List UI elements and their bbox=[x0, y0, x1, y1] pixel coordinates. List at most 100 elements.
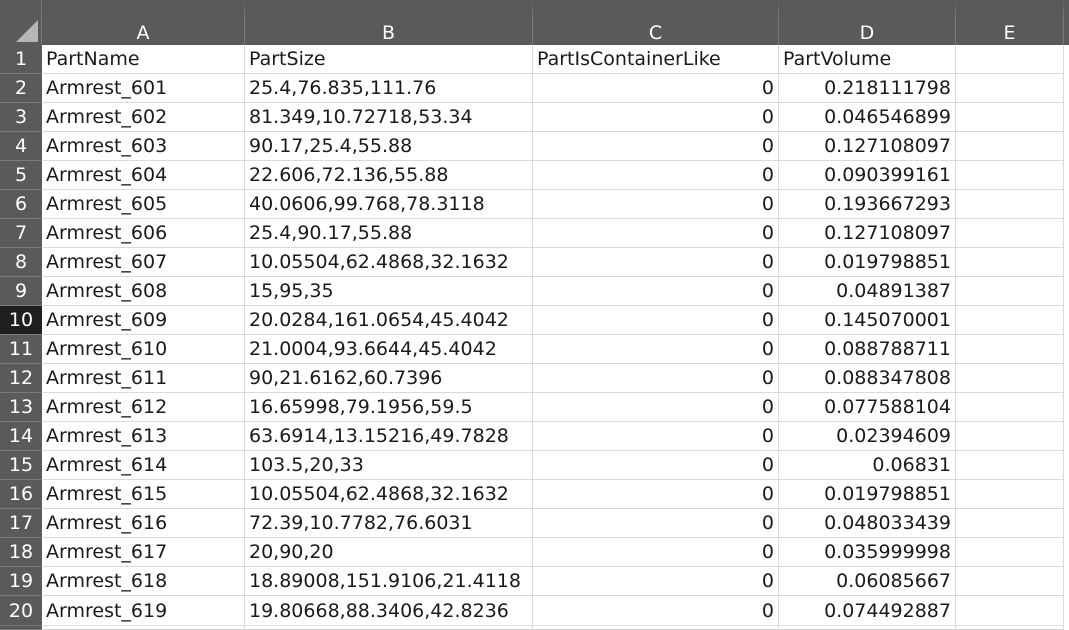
cell-partvolume[interactable]: 0.06085667 bbox=[779, 567, 956, 596]
cell-partname[interactable]: Armrest_616 bbox=[42, 509, 245, 538]
column-header-c[interactable]: C bbox=[533, 0, 779, 45]
row-header[interactable]: 13 bbox=[0, 393, 42, 422]
cell-empty-e[interactable] bbox=[956, 74, 1064, 103]
cell-partname[interactable]: Armrest_611 bbox=[42, 364, 245, 393]
cell-partiscontainerlike[interactable]: 0 bbox=[533, 277, 779, 306]
row-header[interactable]: 10 bbox=[0, 306, 42, 335]
cell-partiscontainerlike[interactable]: 0 bbox=[533, 393, 779, 422]
cell-partiscontainerlike[interactable]: 0 bbox=[533, 103, 779, 132]
cell-partname[interactable]: Armrest_613 bbox=[42, 422, 245, 451]
cell-header-partsize[interactable]: PartSize bbox=[245, 45, 533, 74]
row-header[interactable]: 6 bbox=[0, 190, 42, 219]
cell-partiscontainerlike[interactable]: 0 bbox=[533, 74, 779, 103]
cell-header-e[interactable] bbox=[956, 45, 1064, 74]
cell-partvolume[interactable]: 0.218111798 bbox=[779, 74, 956, 103]
cell-partiscontainerlike[interactable]: 0 bbox=[533, 219, 779, 248]
cell-header-partiscontainerlike[interactable]: PartIsContainerLike bbox=[533, 45, 779, 74]
cell-partvolume[interactable]: 0.048033439 bbox=[779, 509, 956, 538]
cell-partsize[interactable]: 22.606,72.136,55.88 bbox=[245, 161, 533, 190]
cell-partname[interactable]: Armrest_607 bbox=[42, 248, 245, 277]
cell-empty-e[interactable] bbox=[956, 596, 1064, 626]
cell-partvolume[interactable]: 0.019798851 bbox=[779, 248, 956, 277]
row-header[interactable]: 3 bbox=[0, 103, 42, 132]
cell-partname[interactable]: Armrest_614 bbox=[42, 451, 245, 480]
column-header-e[interactable]: E bbox=[956, 0, 1064, 45]
column-header-d[interactable]: D bbox=[779, 0, 956, 45]
cell-partsize[interactable]: 25.4,90.17,55.88 bbox=[245, 219, 533, 248]
cell-partvolume[interactable]: 0.04891387 bbox=[779, 277, 956, 306]
cell-partname[interactable]: Armrest_610 bbox=[42, 335, 245, 364]
cell-partsize[interactable]: 15,95,35 bbox=[245, 277, 533, 306]
cell-partvolume[interactable]: 0.077588104 bbox=[779, 393, 956, 422]
cell-partsize[interactable]: 63.6914,13.15216,49.7828 bbox=[245, 422, 533, 451]
cell-partiscontainerlike[interactable]: 0 bbox=[533, 509, 779, 538]
row-header-partial[interactable] bbox=[0, 626, 42, 630]
cell-partname[interactable]: Armrest_612 bbox=[42, 393, 245, 422]
row-header[interactable]: 17 bbox=[0, 509, 42, 538]
cell-partvolume[interactable]: 0.145070001 bbox=[779, 306, 956, 335]
row-header[interactable]: 18 bbox=[0, 538, 42, 567]
cell-partname[interactable]: Armrest_603 bbox=[42, 132, 245, 161]
cell-partsize[interactable]: 25.4,76.835,111.76 bbox=[245, 74, 533, 103]
cell-partvolume[interactable]: 0.035999998 bbox=[779, 538, 956, 567]
cell-partiscontainerlike[interactable]: 0 bbox=[533, 132, 779, 161]
cell-partvolume[interactable]: 0.074492887 bbox=[779, 596, 956, 626]
cell-empty-e[interactable] bbox=[956, 509, 1064, 538]
select-all-corner[interactable] bbox=[0, 0, 42, 45]
cell-empty-e[interactable] bbox=[956, 161, 1064, 190]
cell-partname[interactable]: Armrest_617 bbox=[42, 538, 245, 567]
cell-partvolume[interactable]: 0.127108097 bbox=[779, 219, 956, 248]
cell-partsize[interactable]: 72.39,10.7782,76.6031 bbox=[245, 509, 533, 538]
cell-header-partname[interactable]: PartName bbox=[42, 45, 245, 74]
cell-partsize[interactable]: 10.05504,62.4868,32.1632 bbox=[245, 248, 533, 277]
cell-partvolume[interactable]: 0.019798851 bbox=[779, 480, 956, 509]
cell-partname[interactable]: Armrest_618 bbox=[42, 567, 245, 596]
cell-partiscontainerlike[interactable]: 0 bbox=[533, 451, 779, 480]
cell-empty-e[interactable] bbox=[956, 480, 1064, 509]
cell-partvolume[interactable]: 0.02394609 bbox=[779, 422, 956, 451]
cell-partname[interactable]: Armrest_606 bbox=[42, 219, 245, 248]
cell-partvolume[interactable]: 0.193667293 bbox=[779, 190, 956, 219]
cell-partial[interactable] bbox=[533, 626, 779, 630]
cell-partiscontainerlike[interactable]: 0 bbox=[533, 190, 779, 219]
column-header-b[interactable]: B bbox=[245, 0, 533, 45]
cell-partvolume[interactable]: 0.046546899 bbox=[779, 103, 956, 132]
cell-empty-e[interactable] bbox=[956, 335, 1064, 364]
cell-partvolume[interactable]: 0.06831 bbox=[779, 451, 956, 480]
row-header[interactable]: 2 bbox=[0, 74, 42, 103]
cell-partiscontainerlike[interactable]: 0 bbox=[533, 248, 779, 277]
cell-partname[interactable]: Armrest_609 bbox=[42, 306, 245, 335]
cell-empty-e[interactable] bbox=[956, 219, 1064, 248]
cell-partial[interactable] bbox=[42, 626, 245, 630]
cell-partiscontainerlike[interactable]: 0 bbox=[533, 364, 779, 393]
cell-partiscontainerlike[interactable]: 0 bbox=[533, 480, 779, 509]
cell-partsize[interactable]: 90.17,25.4,55.88 bbox=[245, 132, 533, 161]
cell-partial[interactable] bbox=[779, 626, 956, 630]
cell-empty-e[interactable] bbox=[956, 451, 1064, 480]
cell-partname[interactable]: Armrest_604 bbox=[42, 161, 245, 190]
row-header[interactable]: 7 bbox=[0, 219, 42, 248]
row-header[interactable]: 12 bbox=[0, 364, 42, 393]
cell-empty-e[interactable] bbox=[956, 306, 1064, 335]
cell-partiscontainerlike[interactable]: 0 bbox=[533, 335, 779, 364]
row-header[interactable]: 9 bbox=[0, 277, 42, 306]
cell-partsize[interactable]: 20.0284,161.0654,45.4042 bbox=[245, 306, 533, 335]
row-header[interactable]: 8 bbox=[0, 248, 42, 277]
cell-empty-e[interactable] bbox=[956, 248, 1064, 277]
cell-partsize[interactable]: 10.05504,62.4868,32.1632 bbox=[245, 480, 533, 509]
cell-partname[interactable]: Armrest_601 bbox=[42, 74, 245, 103]
cell-partvolume[interactable]: 0.090399161 bbox=[779, 161, 956, 190]
cell-partname[interactable]: Armrest_605 bbox=[42, 190, 245, 219]
cell-partsize[interactable]: 21.0004,93.6644,45.4042 bbox=[245, 335, 533, 364]
row-header[interactable]: 20 bbox=[0, 596, 42, 626]
cell-partiscontainerlike[interactable]: 0 bbox=[533, 306, 779, 335]
column-header-a[interactable]: A bbox=[42, 0, 245, 45]
row-header[interactable]: 1 bbox=[0, 45, 42, 74]
cell-partname[interactable]: Armrest_615 bbox=[42, 480, 245, 509]
cell-empty-e[interactable] bbox=[956, 364, 1064, 393]
cell-empty-e[interactable] bbox=[956, 393, 1064, 422]
cell-partial[interactable] bbox=[245, 626, 533, 630]
cell-partvolume[interactable]: 0.127108097 bbox=[779, 132, 956, 161]
row-header[interactable]: 16 bbox=[0, 480, 42, 509]
cell-empty-e[interactable] bbox=[956, 103, 1064, 132]
